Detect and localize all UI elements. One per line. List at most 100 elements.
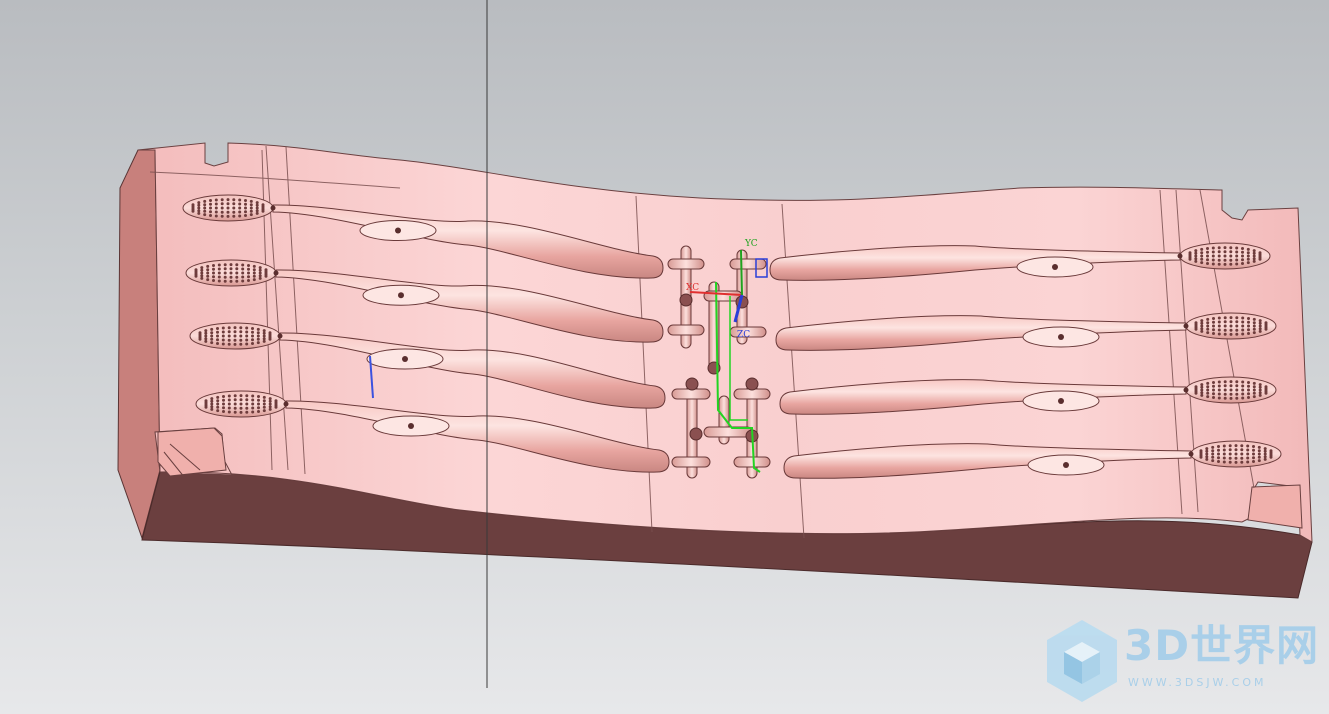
gate-hole [679,293,693,307]
bristle-hole [221,342,225,346]
bristle-hole [1252,388,1256,392]
bristle-hole [203,206,207,210]
bristle-hole [1241,262,1244,265]
mold-cavity-model[interactable]: YC XC ZC [0,0,1329,714]
bristle-hole [1252,259,1256,263]
bristle-hole [214,214,218,218]
bristle-hole [1229,328,1233,332]
bristle-hole [1246,257,1250,261]
bristle-hole [239,326,243,330]
bristle-hole [1235,246,1239,250]
bristle-hole [262,329,266,333]
bristle-hole [220,206,224,210]
bristle-hole [216,338,219,342]
bristle-hole [1235,396,1239,400]
brush-neck-dot [1183,323,1189,329]
bristle-hole [1217,316,1221,320]
bristle-hole [1223,258,1227,262]
bristle-hole [252,271,256,275]
bristle-hole [1206,388,1210,392]
bristle-hole [1223,396,1227,400]
brush-neck-dot [273,270,279,276]
bristle-hole [249,206,253,210]
wcs-z-label: ZC [737,330,750,340]
bristle-hole [241,271,245,275]
bristle-hole [1212,320,1215,324]
bristle-hole [268,402,272,406]
brush-grip-dot [408,423,414,429]
bristle-hole [1241,247,1244,250]
bristle-hole [255,206,259,210]
bristle-hole [235,271,239,275]
bristle-hole [1241,388,1245,392]
bristle-hole [1223,328,1227,332]
bristle-hole [1200,254,1204,258]
bristle-hole [221,334,225,338]
bristle-hole [1206,258,1209,262]
bristle-hole [1206,262,1209,265]
bristle-hole [226,214,230,218]
bristle-hole [1194,251,1198,255]
bristle-hole [241,263,245,267]
bristle-hole [256,327,260,331]
bristle-hole [210,399,214,403]
brush-neck-dot [283,401,289,407]
bristle-hole [1223,332,1227,336]
bristle-hole [241,267,245,271]
gate-hole [689,427,703,441]
bristle-hole [1247,384,1250,388]
watermark-subtext: WWW.3DSJW.COM [1128,676,1267,689]
bristle-hole [214,198,218,202]
bristle-hole [1252,317,1256,321]
bristle-hole [227,326,231,330]
bristle-hole [1252,331,1256,335]
bristle-hole [244,202,247,206]
bristle-hole [227,398,231,402]
bristle-hole [210,337,214,341]
bristle-hole [209,199,212,202]
bristle-hole [210,334,214,338]
bristle-hole [232,202,236,206]
bristle-hole [1200,391,1204,395]
runner-branch [671,456,711,468]
bristle-hole [239,410,243,414]
bristle-hole [247,271,250,275]
bristle-hole [1235,392,1239,396]
bristle-hole [1222,448,1226,452]
bristle-hole [227,406,231,410]
bristle-hole [1222,452,1226,456]
bristle-hole [197,203,201,207]
bristle-hole [1234,452,1238,456]
bristle-hole [1246,251,1250,255]
bristle-hole [220,210,224,214]
bristle-hole [262,334,266,338]
bristle-hole [258,271,262,275]
bristle-hole [257,395,260,398]
bristle-hole [1247,381,1250,384]
bristle-hole [206,268,210,272]
bristle-hole [1229,258,1233,262]
bristle-hole [1241,316,1245,320]
bristle-hole [204,331,208,335]
bristle-hole [238,210,242,214]
bristle-hole [1200,385,1204,389]
bristle-hole [1194,259,1198,263]
bristle-hole [247,264,250,267]
bristle-hole [229,263,233,267]
bristle-hole [233,410,237,414]
bristle-hole [197,211,201,215]
bristle-hole [216,399,220,403]
bristle-hole [1258,321,1262,325]
bristle-hole [227,394,231,398]
bristle-hole [1252,385,1256,389]
bristle-hole [1235,262,1239,266]
bristle-hole [255,209,259,213]
bristle-hole [268,407,272,411]
cad-viewport[interactable]: YC XC ZC 3D世界网 WWW.3DSJW.COM [0,0,1329,714]
bristle-hole [1234,460,1238,464]
bristle-hole [1206,324,1210,328]
bristle-hole [251,410,255,414]
bristle-hole [1211,455,1215,459]
bristle-hole [245,406,249,410]
bristle-hole [251,330,254,334]
